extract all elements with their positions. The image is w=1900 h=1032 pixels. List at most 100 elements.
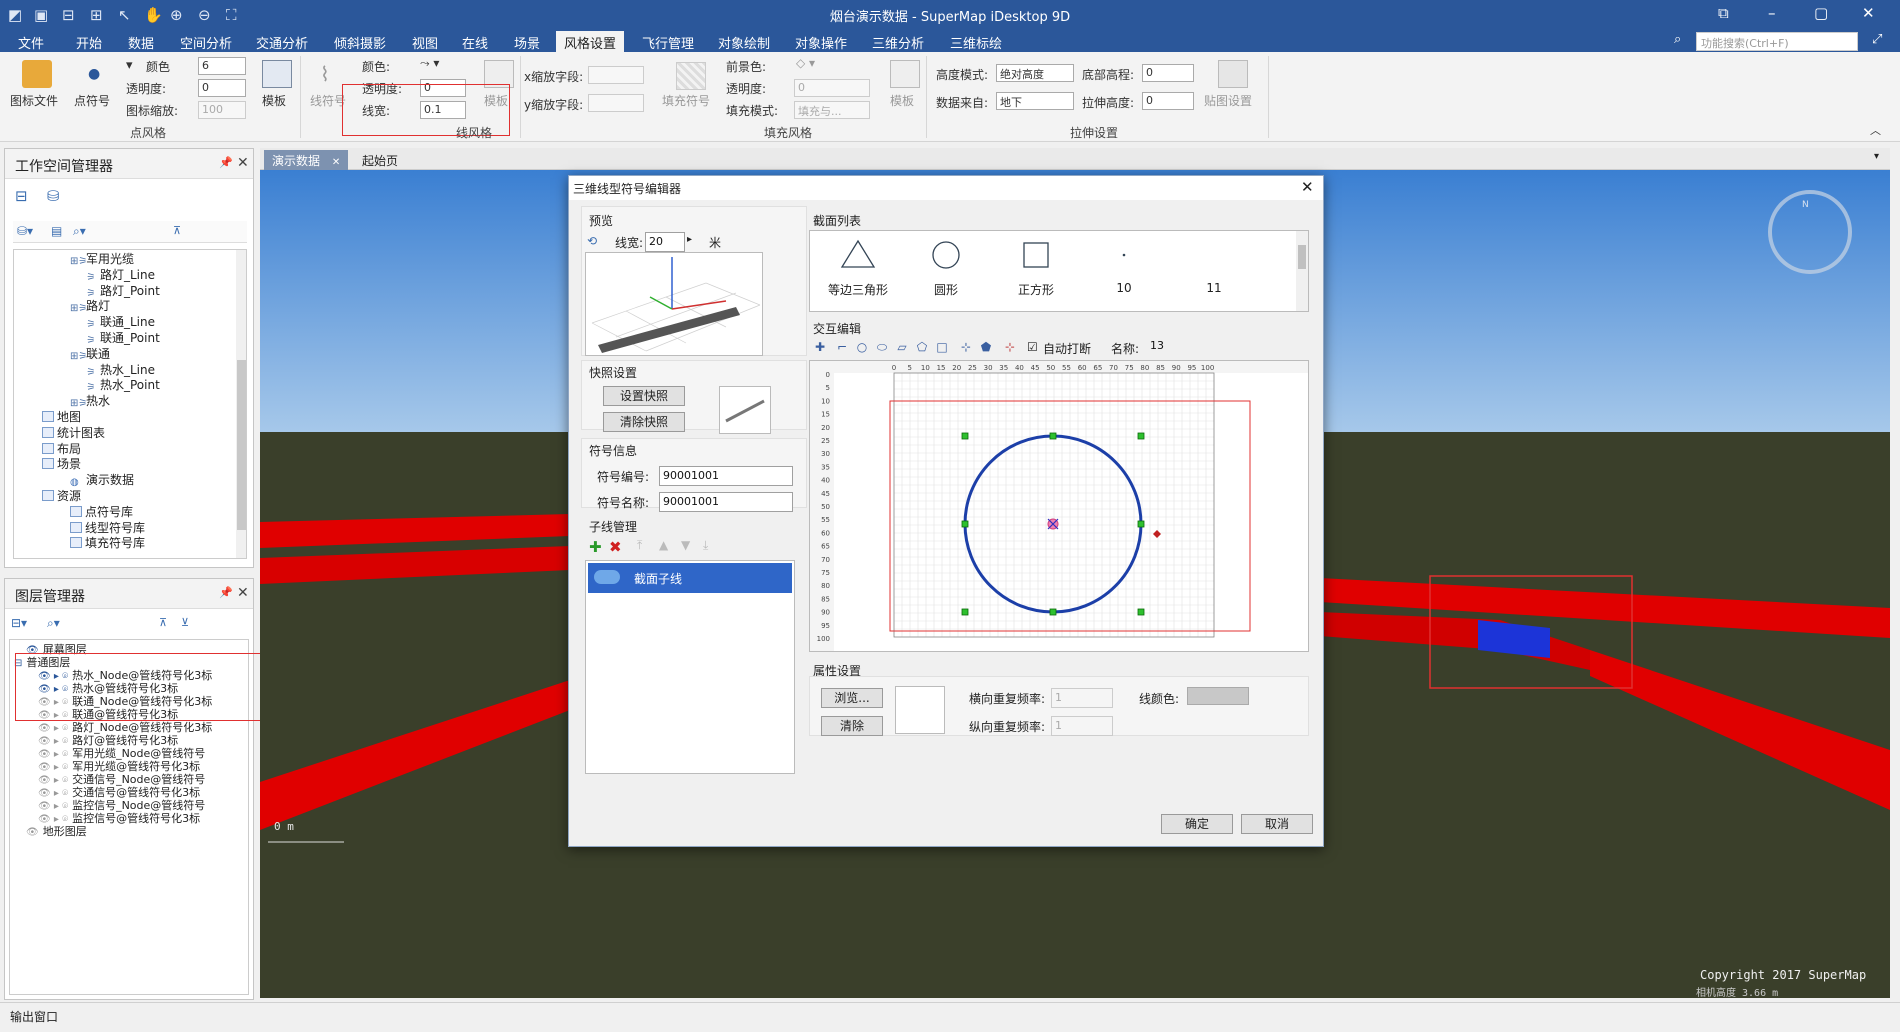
tree-item[interactable]: ⊞⚞军用光缆 [70, 252, 134, 268]
tree-item[interactable]: 统计图表 [42, 426, 105, 442]
point-template-button[interactable]: 模板 [262, 92, 286, 109]
select-tool-icon[interactable]: ✚ [813, 340, 827, 354]
icon-file-button[interactable]: 图标文件 [10, 92, 58, 109]
pin-icon[interactable]: 📌 [219, 156, 233, 169]
section-list-scrollbar[interactable] [1296, 231, 1308, 311]
section-item-triangle[interactable]: 等边三角形 [818, 281, 898, 298]
move-down-icon[interactable]: ▼ [681, 538, 690, 552]
menu-tab-draw[interactable]: 对象绘制 [718, 33, 770, 52]
list-item[interactable]: 截面子线 [588, 563, 792, 593]
menu-tab-scene[interactable]: 场景 [514, 33, 540, 52]
shape-name-input[interactable]: 13 [1147, 337, 1275, 357]
section-item-11[interactable]: 11 [1174, 281, 1254, 295]
output-window-tab[interactable]: 输出窗口 [10, 1008, 58, 1025]
symbol-name-input[interactable]: 90001001 [659, 492, 793, 512]
node-edit-icon[interactable]: ⊹ [959, 340, 973, 354]
layer-row[interactable]: 👁 地形图层 [26, 824, 87, 841]
tab-demo-data[interactable]: 演示数据 ✕ [264, 150, 349, 170]
section-item-circle[interactable]: 圆形 [906, 281, 986, 298]
visibility-icon[interactable]: 👁 [26, 827, 39, 838]
panel-close-icon[interactable]: ✕ [237, 155, 249, 171]
dialog-close-icon[interactable]: ✕ [1301, 178, 1314, 196]
delete-subline-icon[interactable]: ✖ [609, 538, 622, 556]
h-repeat-input[interactable]: 1 [1051, 688, 1113, 708]
layer-down-icon[interactable]: ⊻ [181, 616, 189, 629]
ok-button[interactable]: 确定 [1161, 814, 1233, 834]
reshape-tool-icon[interactable]: ⬟ [979, 340, 993, 354]
tree-item[interactable]: ⚞ 路灯_Line [84, 268, 156, 284]
extrude-height-input[interactable]: 0 [1142, 92, 1194, 110]
tree-item[interactable]: ⚞ 联通_Line [84, 315, 156, 331]
maximize-icon[interactable]: ▢ [1814, 4, 1828, 22]
menu-tab-start[interactable]: 开始 [76, 33, 102, 52]
icon-scale-input[interactable]: 100 [198, 101, 246, 119]
tree-item[interactable]: 场景 [42, 457, 81, 473]
datasource-tab-icon[interactable]: ⛁ [47, 187, 60, 205]
height-mode-select[interactable]: 绝对高度 [996, 64, 1074, 82]
move-top-icon[interactable]: ⤒ [637, 538, 642, 553]
open-icon[interactable]: ⊞ [90, 6, 103, 24]
set-snapshot-button[interactable]: 设置快照 [603, 386, 685, 406]
tree-item[interactable]: ⚞ 联通_Point [84, 331, 160, 347]
workspace-tab-icon[interactable]: ⊟ [15, 187, 28, 205]
collapse-ribbon-icon[interactable]: ︿ [1870, 122, 1881, 138]
data-source-select[interactable]: 地下 [996, 92, 1074, 110]
section-item-10[interactable]: 10 [1084, 281, 1164, 295]
menu-tab-online[interactable]: 在线 [462, 33, 488, 52]
x-scale-input[interactable] [588, 66, 644, 84]
minimize-icon[interactable]: – [1768, 4, 1776, 22]
scrollbar-thumb[interactable] [1298, 245, 1306, 269]
open-workspace-icon[interactable]: ⛁▾ [17, 224, 33, 238]
delete-node-icon[interactable]: ⊹ [1003, 340, 1017, 354]
tree-item[interactable]: 布局 [42, 442, 81, 458]
search-input[interactable]: 功能搜索(Ctrl+F) [1696, 32, 1858, 51]
tree-item[interactable]: 线型符号库 [70, 521, 145, 537]
rectangle-tool-icon[interactable]: □ [935, 340, 949, 354]
layer-up-icon[interactable]: ⊼ [159, 616, 167, 629]
move-bottom-icon[interactable]: ⤓ [703, 538, 708, 553]
menu-tab-3d-analysis[interactable]: 三维分析 [872, 33, 924, 52]
save-icon[interactable]: ▣ [34, 6, 48, 24]
v-repeat-input[interactable]: 1 [1051, 716, 1113, 736]
tree-item[interactable]: 点符号库 [70, 505, 133, 521]
subline-toggle-icon[interactable] [594, 570, 620, 584]
polygon-tool-icon[interactable]: ⬠ [915, 340, 929, 354]
ellipse-tool-icon[interactable]: ⬭ [875, 340, 889, 354]
save-workspace-icon[interactable]: ▤ [51, 224, 62, 238]
menu-tab-oblique[interactable]: 倾斜摄影 [334, 33, 386, 52]
section-item-square[interactable]: 正方形 [996, 281, 1076, 298]
bottom-elev-input[interactable]: 0 [1142, 64, 1194, 82]
menu-tab-file[interactable]: 文件 [18, 33, 44, 52]
close-icon[interactable]: ✕ [1862, 4, 1875, 22]
menu-tab-3d-plot[interactable]: 三维标绘 [950, 33, 1002, 52]
menu-tab-traffic[interactable]: 交通分析 [256, 33, 308, 52]
tree-item[interactable]: ⚞ 热水_Line [84, 363, 156, 379]
line-color-picker-icon[interactable]: ⤳ ▾ [420, 56, 439, 71]
scrollbar-thumb[interactable] [237, 360, 246, 530]
tab-start-page[interactable]: 起始页 [354, 150, 406, 170]
search-icon[interactable]: ⌕▾ [47, 616, 60, 631]
select-arrow-icon[interactable]: ↖ [118, 6, 131, 24]
add-subline-icon[interactable]: ✚ [589, 538, 602, 556]
tree-item[interactable]: ⚞ 热水_Point [84, 378, 160, 394]
preview-reset-icon[interactable]: ⟲ [587, 234, 597, 248]
circle-tool-icon[interactable]: ○ [855, 340, 869, 354]
fill-opacity-input[interactable]: 0 [794, 79, 870, 97]
y-scale-input[interactable] [588, 94, 644, 112]
tree-item[interactable]: 地图 [42, 410, 81, 426]
panel-close-icon[interactable]: ✕ [237, 585, 249, 601]
tab-close-icon[interactable]: ✕ [332, 157, 340, 168]
tree-scrollbar[interactable] [236, 250, 246, 558]
polyline-tool-icon[interactable]: ⌐ [835, 340, 849, 354]
line-color-swatch[interactable] [1187, 687, 1249, 705]
zoom-out-icon[interactable]: ⊖ [198, 6, 211, 24]
search-icon[interactable]: ⌕▾ [73, 224, 86, 239]
scroll-up-icon[interactable]: ⊼ [173, 224, 181, 237]
edit-canvas[interactable]: 0 5 10 15 20 25 30 35 40 45 50 55 60 65 70 75 80 85 90 95 10… [809, 360, 1309, 652]
menu-tab-spatial[interactable]: 空间分析 [180, 33, 232, 52]
color-input[interactable]: 6 [198, 57, 246, 75]
point-symbol-button[interactable]: 点符号 [74, 92, 110, 109]
move-up-icon[interactable]: ▲ [659, 538, 668, 552]
layer-add-icon[interactable]: ⊟▾ [11, 616, 27, 630]
tree-item[interactable]: ◍ 演示数据 [70, 473, 134, 489]
